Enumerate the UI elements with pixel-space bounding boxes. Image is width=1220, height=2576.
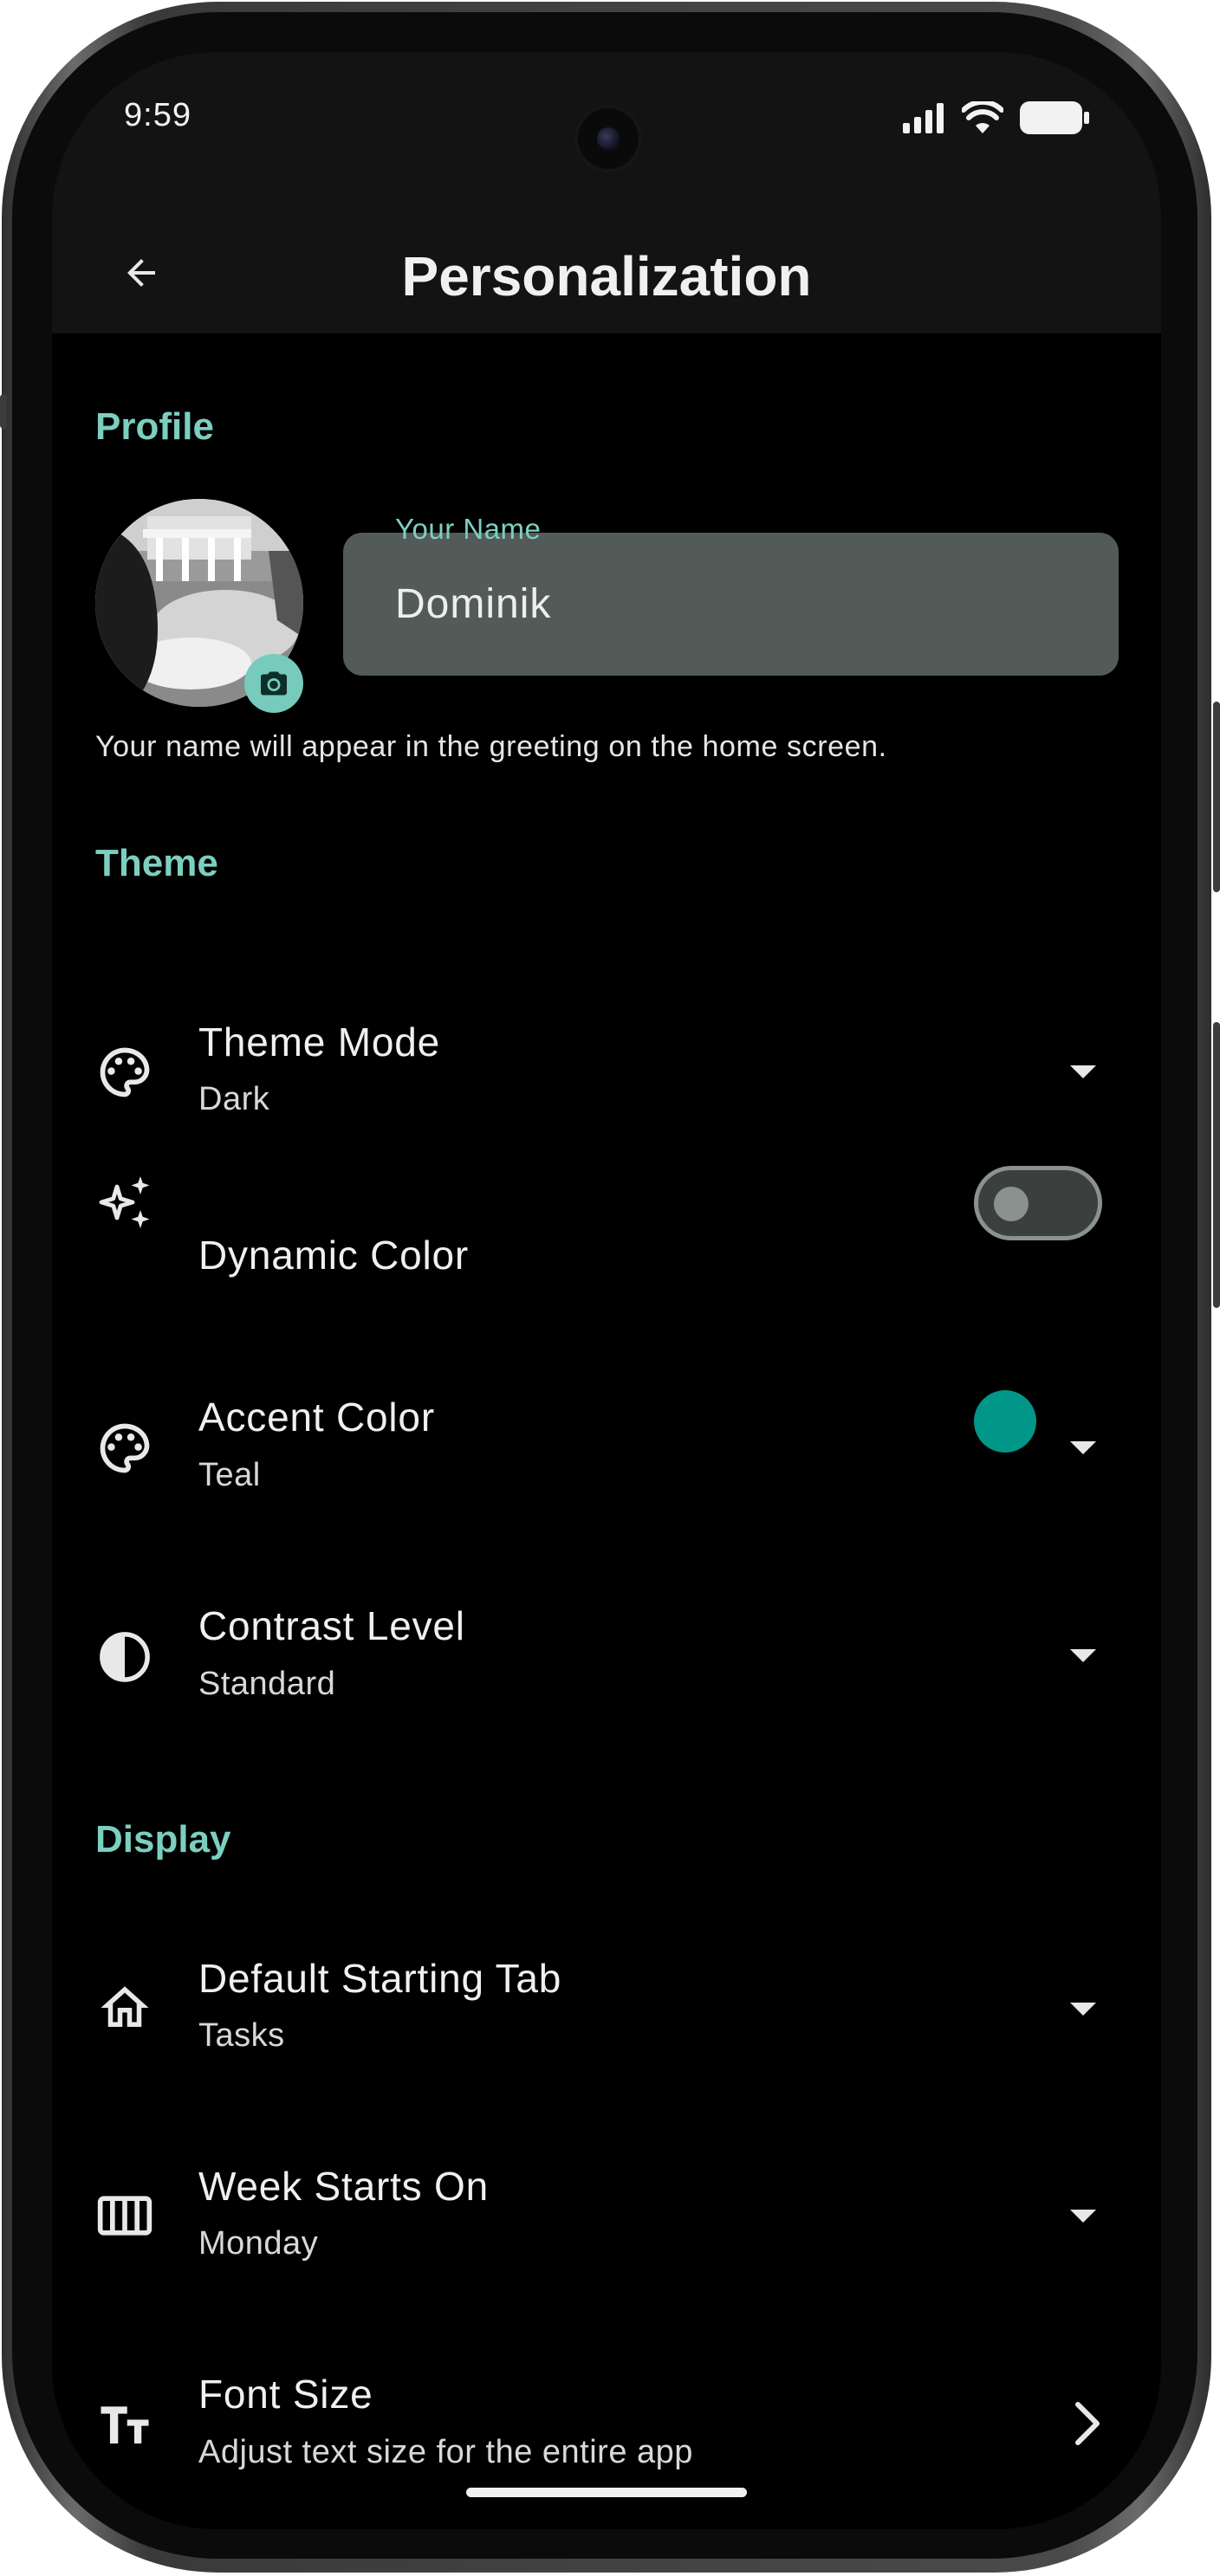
name-field-label: Your Name bbox=[395, 513, 542, 545]
dropdown-arrow-icon bbox=[1070, 2003, 1096, 2016]
dropdown-arrow-icon bbox=[1070, 1649, 1096, 1662]
status-icons bbox=[903, 100, 1090, 135]
text-size-icon bbox=[94, 2393, 156, 2456]
font-size-title: Font Size bbox=[198, 2372, 373, 2417]
screen: 9:59 Personalization Profile Your Name D… bbox=[52, 52, 1161, 2529]
wifi-icon bbox=[962, 101, 1003, 133]
default-tab-value: Tasks bbox=[198, 2017, 285, 2054]
front-camera bbox=[578, 108, 639, 169]
font-size-value: Adjust text size for the entire app bbox=[198, 2434, 693, 2470]
dynamic-color-title: Dynamic Color bbox=[198, 1233, 470, 1278]
dropdown-arrow-icon bbox=[1070, 1441, 1096, 1454]
view-week-icon bbox=[94, 2184, 156, 2247]
toggle-knob bbox=[994, 1187, 1029, 1221]
contrast-icon bbox=[94, 1626, 156, 1688]
palette-icon bbox=[94, 1041, 156, 1104]
sparkles-icon bbox=[94, 1171, 156, 1233]
side-button-right-lower bbox=[1213, 1022, 1220, 1308]
dropdown-arrow-icon bbox=[1070, 1065, 1096, 1078]
section-header-display: Display bbox=[95, 1818, 231, 1861]
dynamic-color-toggle[interactable] bbox=[974, 1166, 1102, 1240]
camera-icon bbox=[261, 671, 287, 696]
name-helper-text: Your name will appear in the greeting on… bbox=[95, 730, 887, 763]
accent-color-swatch bbox=[974, 1390, 1036, 1453]
battery-icon bbox=[1020, 101, 1089, 134]
theme-mode-title: Theme Mode bbox=[198, 1019, 441, 1065]
contrast-level-value: Standard bbox=[198, 1666, 336, 1702]
change-photo-button[interactable] bbox=[244, 654, 303, 713]
theme-mode-value: Dark bbox=[198, 1081, 270, 1117]
week-start-title: Week Starts On bbox=[198, 2164, 490, 2209]
home-icon bbox=[94, 1977, 156, 2039]
week-start-value: Monday bbox=[198, 2225, 319, 2262]
side-button-left bbox=[0, 394, 7, 429]
accent-color-value: Teal bbox=[198, 1457, 261, 1493]
palette-icon bbox=[94, 1417, 156, 1479]
contrast-level-title: Contrast Level bbox=[198, 1603, 465, 1648]
name-field-value[interactable]: Dominik bbox=[395, 580, 551, 628]
dropdown-arrow-icon bbox=[1070, 2210, 1096, 2223]
status-time: 9:59 bbox=[124, 97, 191, 133]
signal-icon bbox=[903, 103, 944, 133]
default-tab-title: Default Starting Tab bbox=[198, 1956, 562, 2001]
section-header-theme: Theme bbox=[95, 842, 218, 884]
page-title: Personalization bbox=[401, 245, 812, 307]
accent-color-title: Accent Color bbox=[198, 1395, 435, 1440]
home-indicator[interactable] bbox=[466, 2488, 747, 2497]
side-button-right-upper bbox=[1213, 702, 1220, 892]
chevron-right-icon bbox=[1075, 2402, 1100, 2445]
section-header-profile: Profile bbox=[95, 405, 214, 448]
